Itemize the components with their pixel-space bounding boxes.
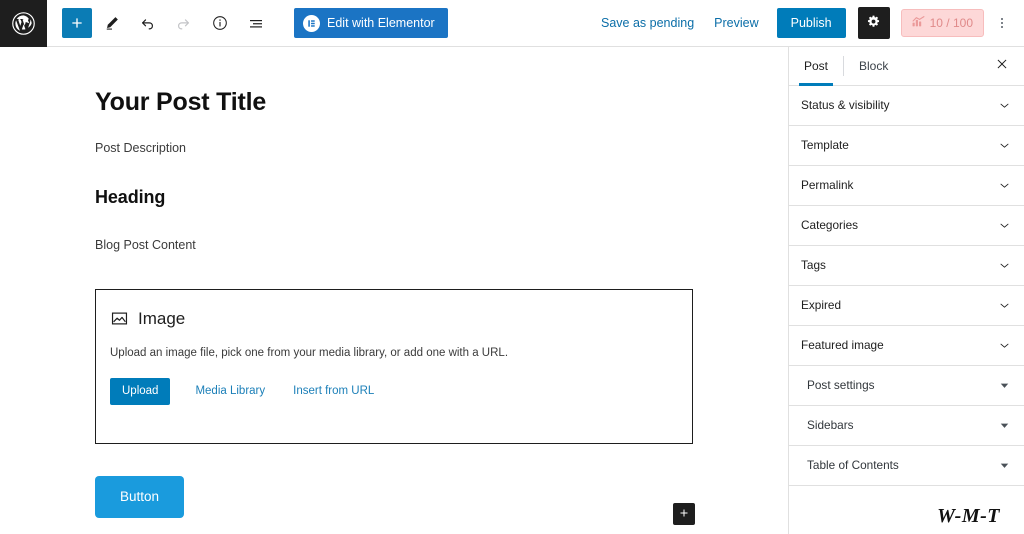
tab-block[interactable]: Block [844, 47, 903, 85]
image-block-title: Image [138, 308, 186, 328]
image-placeholder-block[interactable]: Image Upload an image file, pick one fro… [95, 288, 693, 444]
redo-icon [174, 14, 193, 33]
panel-tags[interactable]: Tags [789, 246, 1024, 286]
image-placeholder-icon [110, 309, 129, 328]
panel-post-settings[interactable]: Post settings [789, 366, 1024, 406]
media-library-button[interactable]: Media Library [181, 385, 279, 397]
seo-score-label: 10 / 100 [929, 16, 973, 30]
pencil-icon [103, 14, 121, 32]
panel-label: Status & visibility [801, 97, 890, 112]
panel-label: Table of Contents [807, 457, 899, 472]
panel-sidebars[interactable]: Sidebars [789, 406, 1024, 446]
cta-button[interactable]: Button [95, 475, 185, 518]
edit-mode-button[interactable] [95, 7, 128, 40]
close-sidebar-button[interactable] [988, 47, 1024, 85]
triangle-down-icon [997, 459, 1011, 473]
panel-label: Template [801, 137, 849, 152]
upload-button[interactable]: Upload [110, 377, 171, 405]
image-block-actions: Upload Media Library Insert from URL [110, 377, 678, 405]
chevron-down-icon [997, 139, 1011, 153]
gear-icon [866, 14, 881, 32]
block-appender-button[interactable] [673, 503, 695, 525]
wordpress-block-editor: Edit with Elementor Save as pending Prev… [0, 0, 1024, 534]
triangle-down-icon [997, 379, 1011, 393]
panel-featured-image[interactable]: Featured image [789, 326, 1024, 366]
panel-categories[interactable]: Categories [789, 206, 1024, 246]
plus-icon [69, 15, 85, 31]
chevron-down-icon [997, 339, 1011, 353]
seo-signal-icon [912, 16, 925, 30]
post-title[interactable]: Your Post Title [95, 87, 693, 117]
panel-label: Post settings [807, 377, 875, 392]
kebab-menu-icon [1000, 17, 1004, 30]
settings-sidebar: Post Block Status & visibility Template [788, 47, 1024, 534]
post-document: Your Post Title Post Description Heading… [0, 47, 788, 518]
undo-button[interactable] [131, 7, 164, 40]
image-block-description: Upload an image file, pick one from your… [110, 346, 509, 359]
publish-button[interactable]: Publish [776, 8, 846, 38]
panel-status-visibility[interactable]: Status & visibility [789, 86, 1024, 126]
image-block-header: Image [110, 309, 678, 329]
undo-icon [138, 14, 157, 33]
panel-template[interactable]: Template [789, 126, 1024, 166]
panel-label: Featured image [801, 337, 884, 352]
add-block-button[interactable] [62, 8, 92, 38]
plus-icon [678, 507, 690, 522]
panel-permalink[interactable]: Permalink [789, 166, 1024, 206]
editor-canvas[interactable]: Your Post Title Post Description Heading… [0, 47, 788, 534]
chevron-down-icon [997, 259, 1011, 273]
settings-toggle-button[interactable] [857, 7, 890, 39]
toolbar-left-group: Edit with Elementor [47, 7, 448, 40]
heading-block[interactable]: Heading [95, 187, 693, 208]
close-icon [995, 57, 1009, 75]
watermark: W-M-T [937, 505, 1000, 527]
chevron-down-icon [997, 299, 1011, 313]
chevron-down-icon [997, 99, 1011, 113]
elementor-logo-icon [303, 14, 320, 32]
insert-from-url-button[interactable]: Insert from URL [279, 385, 388, 397]
edit-with-elementor-button[interactable]: Edit with Elementor [294, 8, 448, 38]
panel-label: Tags [801, 257, 826, 272]
editor-toolbar: Edit with Elementor Save as pending Prev… [0, 0, 1024, 47]
content-paragraph-block[interactable]: Blog Post Content [95, 236, 693, 255]
tab-post[interactable]: Post [789, 47, 843, 86]
panel-label: Expired [801, 297, 841, 312]
wordpress-logo-button[interactable] [0, 0, 47, 47]
post-description-paragraph[interactable]: Post Description [95, 139, 693, 158]
details-button[interactable] [203, 7, 236, 40]
edit-with-elementor-label: Edit with Elementor [327, 16, 435, 30]
preview-button[interactable]: Preview [704, 10, 768, 36]
save-as-pending-button[interactable]: Save as pending [591, 10, 704, 36]
panel-table-of-contents[interactable]: Table of Contents [789, 446, 1024, 486]
seo-score-badge[interactable]: 10 / 100 [900, 9, 984, 37]
chevron-down-icon [997, 179, 1011, 193]
sidebar-tablist: Post Block [789, 47, 1024, 86]
panel-label: Permalink [801, 177, 854, 192]
toolbar-right-group: Save as pending Preview Publish 10 / 100 [591, 7, 1024, 39]
triangle-down-icon [997, 419, 1011, 433]
list-view-icon [247, 14, 265, 32]
info-circle-icon [211, 14, 229, 32]
chevron-down-icon [997, 219, 1011, 233]
panel-expired[interactable]: Expired [789, 286, 1024, 326]
button-block: Button [95, 475, 693, 518]
redo-button[interactable] [167, 7, 200, 40]
panel-label: Sidebars [807, 417, 854, 432]
wordpress-logo-icon [11, 11, 36, 36]
panel-label: Categories [801, 217, 859, 232]
list-view-button[interactable] [239, 7, 272, 40]
more-options-button[interactable] [988, 7, 1016, 39]
